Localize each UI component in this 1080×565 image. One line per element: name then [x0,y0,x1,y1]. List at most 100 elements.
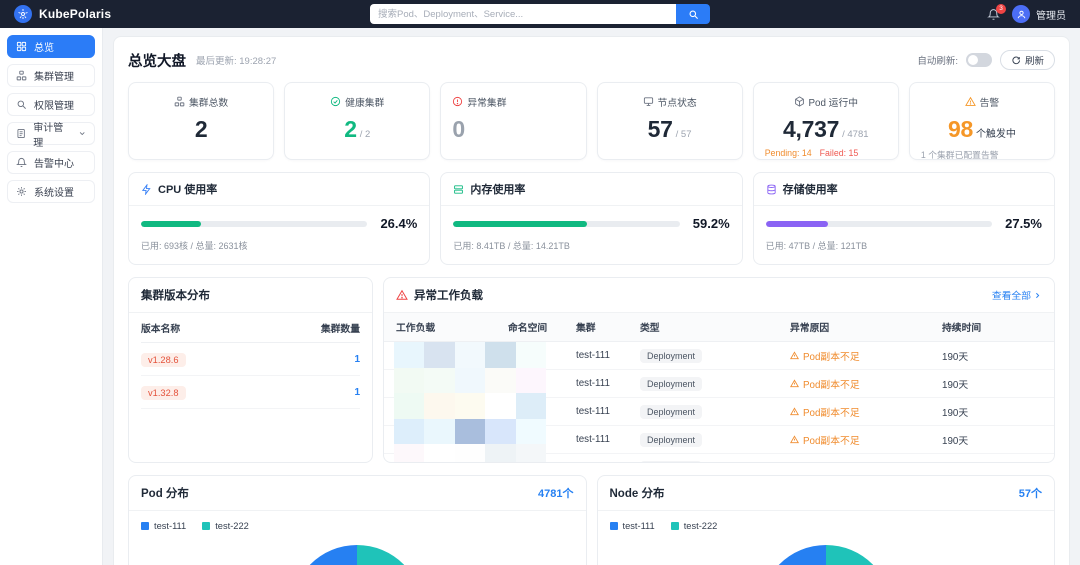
alert-triangle-icon [965,96,976,107]
chart-legend: test-111 test-222 [610,521,1043,531]
avatar [1012,5,1030,23]
legend-item[interactable]: test-222 [202,521,249,531]
notification-badge: 3 [996,4,1006,14]
pod-donut-chart[interactable] [291,545,423,565]
pod-total: 4781个 [538,485,573,501]
alert-circle-icon [452,96,463,107]
stat-card-abnormal-clusters[interactable]: 异常集群 0 [440,82,586,160]
card-title: 集群版本分布 [141,287,210,303]
failed-count: Failed: 15 [820,148,859,158]
main-content: 总览大盘 最后更新: 19:28:27 自动刷新: 刷新 集群总数 2 健康集群… [103,28,1080,565]
storage-usage-card: 存储使用率 27.5% 已用: 47TB / 总量: 121TB [753,172,1055,265]
cpu-detail: 已用: 693核 / 总量: 2631核 [141,239,417,252]
top-header: KubePolaris 3 管理员 [0,0,1080,28]
alert-config-note: 1 个集群已配置告警 [921,148,999,161]
chevron-right-icon [1033,291,1042,300]
grid-icon [16,41,27,52]
last-update-time: 最后更新: 19:28:27 [196,53,276,67]
storage-icon [766,184,777,195]
stat-value: 2 [344,116,357,142]
node-distribution-card: Node 分布 57个 test-111 test-222 [597,475,1056,565]
usage-cards-row: CPU 使用率 26.4% 已用: 693核 / 总量: 2631核 内存使用率… [128,172,1055,265]
cluster-icon [16,70,27,81]
card-title: 异常工作负载 [414,287,483,303]
type-pill: Deployment [640,433,702,447]
storage-percent: 27.5% [1002,216,1042,231]
stat-value: 2 [195,116,208,142]
sidebar-item-settings[interactable]: 系统设置 [7,180,95,203]
node-total: 57个 [1019,485,1042,501]
alert-triangle-icon [396,289,408,301]
memory-icon [453,184,464,195]
document-icon [16,128,26,139]
type-pill: Deployment [640,349,702,363]
alert-triangle-icon [790,351,799,360]
search-input[interactable] [370,4,676,24]
user-icon [1016,9,1027,20]
chart-legend: test-111 test-222 [141,521,574,531]
sidebar-label: 集群管理 [34,68,74,83]
refresh-button[interactable]: 刷新 [1000,50,1055,70]
bell-icon [16,157,27,168]
search-button[interactable] [676,4,710,24]
sidebar-item-permissions[interactable]: 权限管理 [7,93,95,116]
page-title: 总览大盘 [128,50,186,71]
stat-value: 4,737 [783,116,839,142]
sidebar: 总览 集群管理 权限管理 审计管理 告警中心 系统设置 [0,28,103,565]
alert-triangle-icon [790,435,799,444]
auto-refresh-label: 自动刷新: [917,53,958,67]
sidebar-label: 告警中心 [34,155,74,170]
stat-card-alerts[interactable]: 告警 98个触发中 1 个集群已配置告警 [909,82,1055,160]
cpu-progress-bar [141,221,367,227]
stat-value: 0 [452,116,465,142]
stat-card-healthy-clusters[interactable]: 健康集群 2/ 2 [284,82,430,160]
alert-triangle-icon [790,379,799,388]
cpu-usage-card: CPU 使用率 26.4% 已用: 693核 / 总量: 2631核 [128,172,430,265]
gear-icon [16,186,27,197]
brand-name: KubePolaris [39,7,111,21]
cluster-count: 1 [298,354,360,365]
overview-panel: 总览大盘 最后更新: 19:28:27 自动刷新: 刷新 集群总数 2 健康集群… [113,36,1070,565]
storage-detail: 已用: 47TB / 总量: 121TB [766,239,1042,252]
abnormal-workloads-card: 异常工作负载 查看全部 工作负载 命名空间 集群 类型 异常原因 持续时间 [383,277,1055,463]
legend-item[interactable]: test-222 [671,521,718,531]
view-all-link[interactable]: 查看全部 [992,288,1042,302]
legend-item[interactable]: test-111 [141,521,186,531]
memory-usage-card: 内存使用率 59.2% 已用: 8.41TB / 总量: 14.21TB [440,172,742,265]
sidebar-item-audit[interactable]: 审计管理 [7,122,95,145]
version-tag: v1.28.6 [141,353,186,367]
node-donut-chart[interactable] [760,545,892,565]
version-row[interactable]: v1.28.6 1 [141,343,360,376]
global-search [370,4,710,24]
cluster-count: 1 [298,387,360,398]
bolt-icon [141,184,152,195]
stat-card-node-status[interactable]: 节点状态 57/ 57 [597,82,743,160]
sidebar-item-clusters[interactable]: 集群管理 [7,64,95,87]
legend-item[interactable]: test-111 [610,521,655,531]
notifications-button[interactable]: 3 [987,8,1000,21]
sidebar-item-overview[interactable]: 总览 [7,35,95,58]
user-name: 管理员 [1036,7,1066,22]
memory-detail: 已用: 8.41TB / 总量: 14.21TB [453,239,729,252]
memory-percent: 59.2% [690,216,730,231]
workload-table: 工作负载 命名空间 集群 类型 异常原因 持续时间 tes [384,313,1054,463]
brand: KubePolaris [14,5,111,23]
sidebar-label: 系统设置 [34,184,74,199]
version-tag: v1.32.8 [141,386,186,400]
version-row[interactable]: v1.32.8 1 [141,376,360,409]
type-pill: Deployment [640,405,702,419]
refresh-icon [1011,55,1021,65]
sidebar-label: 总览 [34,39,54,54]
stat-card-pods-running[interactable]: Pod 运行中 4,737/ 4781 Pending: 14 Failed: … [753,82,899,160]
check-circle-icon [330,96,341,107]
auto-refresh-toggle[interactable] [966,53,992,67]
sidebar-label: 审计管理 [33,119,70,149]
search-icon [688,9,699,20]
stat-cards-row: 集群总数 2 健康集群 2/ 2 异常集群 0 节点状态 57/ 57 Pod … [128,82,1055,160]
memory-progress-bar [453,221,679,227]
pod-icon [794,96,805,107]
monitor-icon [643,96,654,107]
stat-card-total-clusters[interactable]: 集群总数 2 [128,82,274,160]
sidebar-item-alerts[interactable]: 告警中心 [7,151,95,174]
user-menu[interactable]: 管理员 [1012,5,1066,23]
